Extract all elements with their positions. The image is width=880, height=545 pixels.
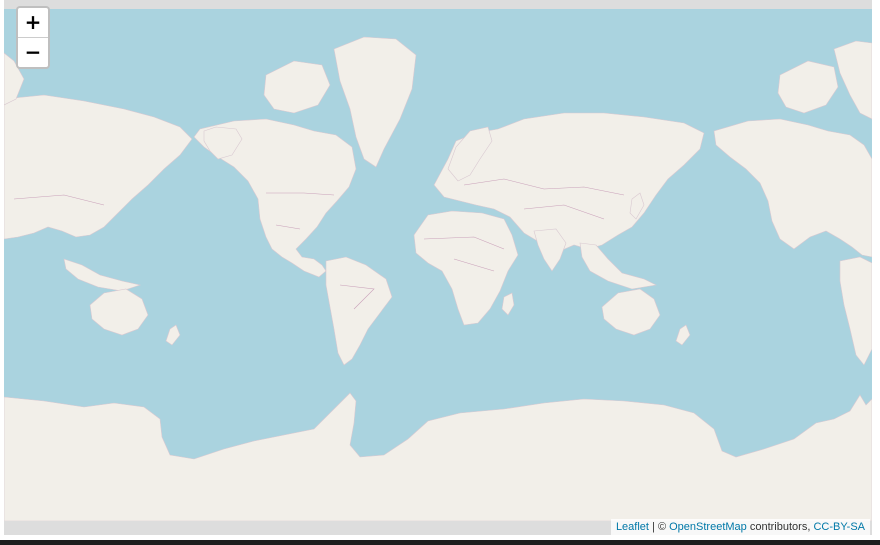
leaflet-link[interactable]: Leaflet	[616, 521, 649, 533]
zoom-out-button[interactable]: −	[18, 38, 48, 67]
world-map	[4, 9, 872, 521]
zoom-control: + −	[16, 6, 50, 69]
openstreetmap-link[interactable]: OpenStreetMap	[669, 521, 747, 533]
contributors-text: contributors,	[749, 521, 811, 533]
license-link[interactable]: CC-BY-SA	[813, 521, 865, 533]
zoom-in-button[interactable]: +	[18, 8, 48, 38]
attribution-separator: | ©	[652, 521, 667, 533]
map-container[interactable]: + − Leaflet | © OpenStreetMap contributo…	[4, 0, 872, 535]
attribution: Leaflet | © OpenStreetMap contributors, …	[610, 519, 870, 535]
page-bottom-border	[0, 540, 880, 545]
map-canvas[interactable]	[4, 9, 872, 521]
